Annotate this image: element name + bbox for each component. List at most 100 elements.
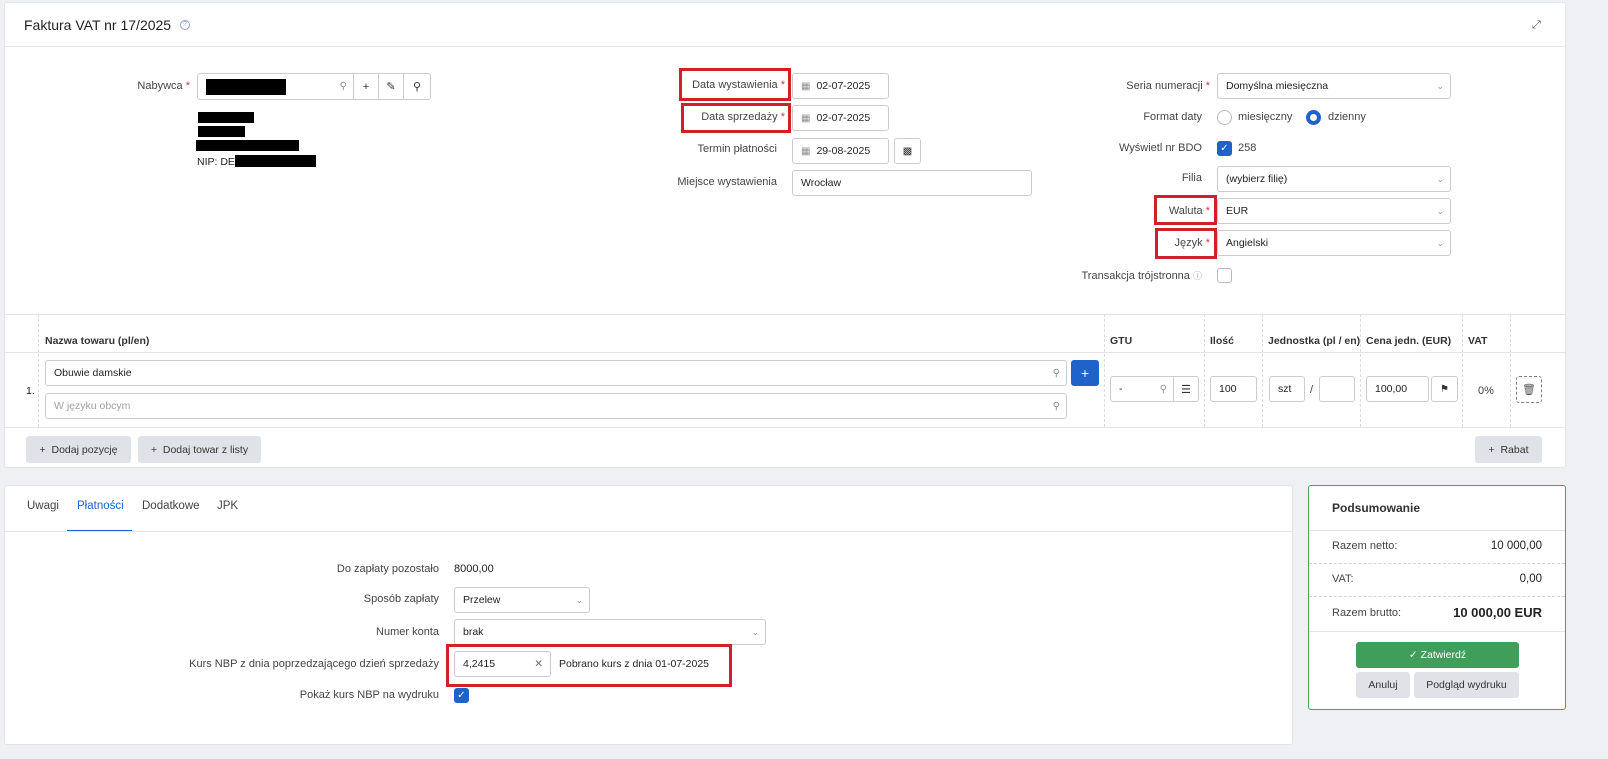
highlight-sale-date — [681, 103, 791, 133]
issue-date-input[interactable]: ▦ 02-07-2025 — [792, 73, 889, 99]
col-header-unit: Jednostka (pl / en) — [1268, 335, 1361, 347]
col-divider — [1204, 314, 1205, 427]
highlight-issue-date — [679, 68, 791, 101]
triangular-label: Transakcja trójstronna ⓘ — [1081, 270, 1203, 282]
add-buyer-button[interactable]: + — [353, 73, 379, 100]
search-icon: ⚲ — [1052, 367, 1060, 379]
remaining-label: Do zapłaty pozostało — [336, 563, 439, 575]
table-bottom-border — [4, 427, 1566, 428]
clear-icon[interactable]: ✕ — [534, 658, 543, 670]
radio-monthly-label: miesięczny — [1238, 111, 1293, 123]
help-icon: ⓘ — [1192, 271, 1202, 281]
header-divider — [4, 46, 1566, 47]
tab-notes[interactable]: Uwagi — [27, 500, 59, 512]
item-name-input[interactable]: Obuwie damskie ⚲ — [45, 360, 1067, 386]
series-label: Seria numeracji * — [1126, 80, 1210, 92]
edit-buyer-button[interactable]: ✎ — [378, 73, 404, 100]
add-item-details-button[interactable]: + — [1071, 360, 1099, 386]
search-icon: ⚲ — [1052, 400, 1060, 412]
buyer-label: Nabywca * — [137, 80, 190, 92]
confirm-button[interactable]: ✓ Zatwierdź — [1356, 642, 1519, 668]
table-top-border — [4, 314, 1566, 315]
chevron-down-icon: ⌄ — [575, 595, 583, 605]
unit-input[interactable]: szt — [1269, 376, 1305, 402]
vat-label: VAT: — [1332, 573, 1354, 585]
col-header-vat: VAT — [1468, 335, 1488, 347]
bdo-label: Wyświetl nr BDO — [1118, 142, 1202, 154]
branch-select[interactable]: (wybierz filię) ⌄ — [1217, 166, 1451, 192]
place-input[interactable]: Wrocław — [792, 170, 1032, 196]
price-input[interactable]: 100,00 — [1366, 376, 1429, 402]
gtu-input[interactable]: - ⚲ — [1110, 376, 1174, 402]
row-index: 1. — [26, 385, 35, 397]
show-rate-checkbox[interactable]: ✓ — [454, 688, 469, 703]
quantity-input[interactable]: 100 — [1210, 376, 1257, 402]
radio-monthly[interactable] — [1217, 110, 1232, 125]
series-select[interactable]: Domyślna miesięczna ⌄ — [1217, 73, 1451, 99]
col-divider — [1262, 314, 1263, 427]
buyer-input[interactable]: ⚲ — [197, 73, 354, 100]
col-divider — [38, 314, 39, 427]
branch-label: Filia — [1181, 172, 1202, 184]
calendar-icon: ▦ — [801, 80, 811, 92]
highlight-currency — [1154, 195, 1217, 225]
due-date-picker-button[interactable]: ▩ — [894, 138, 921, 164]
due-date-label: Termin płatności — [697, 143, 777, 155]
fullscreen-icon[interactable]: ⤢ — [1532, 19, 1541, 32]
triangular-checkbox[interactable] — [1217, 268, 1232, 283]
bdo-value: 258 — [1238, 142, 1257, 154]
add-from-list-button[interactable]: + Dodaj towar z listy — [138, 436, 261, 463]
add-position-button[interactable]: + Dodaj pozycję — [26, 436, 131, 463]
vat-total-value: 0,00 — [1519, 573, 1542, 585]
search-icon: ⚲ — [1159, 383, 1167, 395]
price-tag-button[interactable]: ⚑ — [1431, 376, 1458, 402]
redacted-address-line3 — [196, 140, 299, 151]
radio-daily[interactable] — [1306, 110, 1321, 125]
col-header-price: Cena jedn. (EUR) — [1366, 335, 1452, 347]
summary-divider — [1309, 631, 1565, 632]
payment-method-select[interactable]: Przelew ⌄ — [454, 587, 590, 613]
item-foreign-name-input[interactable]: W języku obcym ⚲ — [45, 393, 1067, 419]
page-title: Faktura VAT nr 17/2025 — [24, 17, 172, 33]
payment-method-label: Sposób zapłaty — [363, 593, 439, 605]
tab-payments[interactable]: Płatności — [77, 500, 124, 512]
chevron-down-icon: ⌄ — [751, 627, 759, 637]
unit-foreign-input[interactable] — [1319, 376, 1355, 402]
discount-button[interactable]: + Rabat — [1475, 436, 1542, 463]
due-date-input[interactable]: ▦ 29-08-2025 — [792, 138, 889, 164]
currency-select[interactable]: EUR ⌄ — [1217, 198, 1451, 224]
rate-label: Kurs NBP z dnia poprzedzającego dzień sp… — [189, 658, 439, 670]
cancel-button[interactable]: Anuluj — [1356, 672, 1410, 698]
calendar-icon: ▦ — [801, 112, 811, 124]
highlight-language — [1155, 228, 1217, 259]
tabs-divider — [4, 531, 1293, 532]
col-divider — [1104, 314, 1105, 427]
language-select[interactable]: Angielski ⌄ — [1217, 230, 1451, 256]
col-header-qty: Ilość — [1210, 335, 1234, 347]
date-format-label: Format daty — [1143, 111, 1202, 123]
gtu-list-button[interactable]: ☰ — [1173, 376, 1199, 402]
col-divider — [1360, 314, 1361, 427]
search-icon: ⚲ — [339, 81, 347, 92]
sale-date-input[interactable]: ▦ 02-07-2025 — [792, 105, 889, 131]
tab-additional[interactable]: Dodatkowe — [142, 500, 200, 512]
print-preview-button[interactable]: Podgląd wydruku — [1414, 672, 1519, 698]
chevron-down-icon: ⌄ — [1436, 174, 1444, 184]
radio-daily-label: dzienny — [1328, 111, 1366, 123]
redacted-buyer-name — [206, 78, 286, 95]
place-label: Miejsce wystawienia — [677, 176, 777, 188]
bdo-checkbox[interactable]: ✓ — [1217, 141, 1232, 156]
help-icon[interactable]: ? — [180, 20, 190, 30]
check-icon: ✓ — [1408, 649, 1421, 661]
tab-jpk[interactable]: JPK — [217, 500, 238, 512]
search-buyer-button[interactable]: ⚲ — [403, 73, 431, 100]
rate-input[interactable]: 4,2415 ✕ — [454, 651, 551, 677]
payment-panel — [4, 485, 1293, 745]
rate-info: Pobrano kurs z dnia 01-07-2025 — [559, 658, 710, 670]
chevron-down-icon: ⌄ — [1436, 81, 1444, 91]
redacted-address-line2 — [198, 126, 245, 137]
account-select[interactable]: brak ⌄ — [454, 619, 766, 645]
delete-row-button[interactable]: 🗑 — [1516, 376, 1542, 403]
summary-title: Podsumowanie — [1332, 501, 1421, 515]
summary-dashed-divider — [1309, 563, 1565, 564]
